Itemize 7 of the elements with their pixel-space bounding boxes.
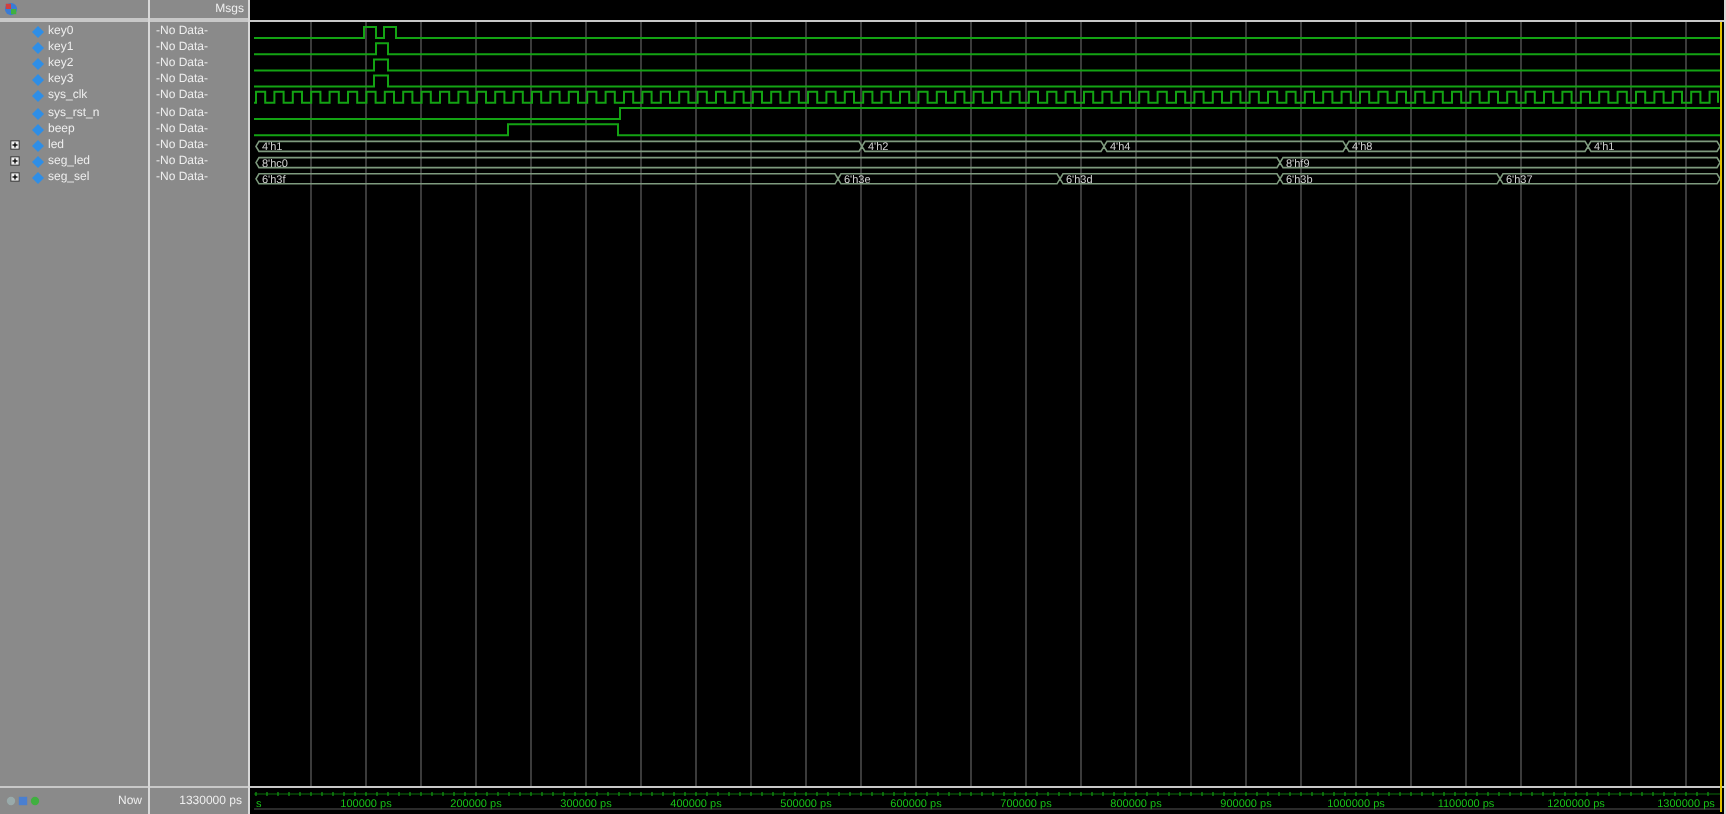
expand-icon[interactable] — [10, 172, 20, 183]
zoom-icon[interactable] — [6, 796, 16, 806]
expand-icon[interactable] — [10, 140, 20, 151]
expand-icon[interactable] — [10, 156, 20, 167]
add-icon[interactable] — [18, 796, 28, 806]
wave-icon[interactable] — [4, 2, 18, 16]
circle-icon[interactable] — [30, 796, 40, 806]
